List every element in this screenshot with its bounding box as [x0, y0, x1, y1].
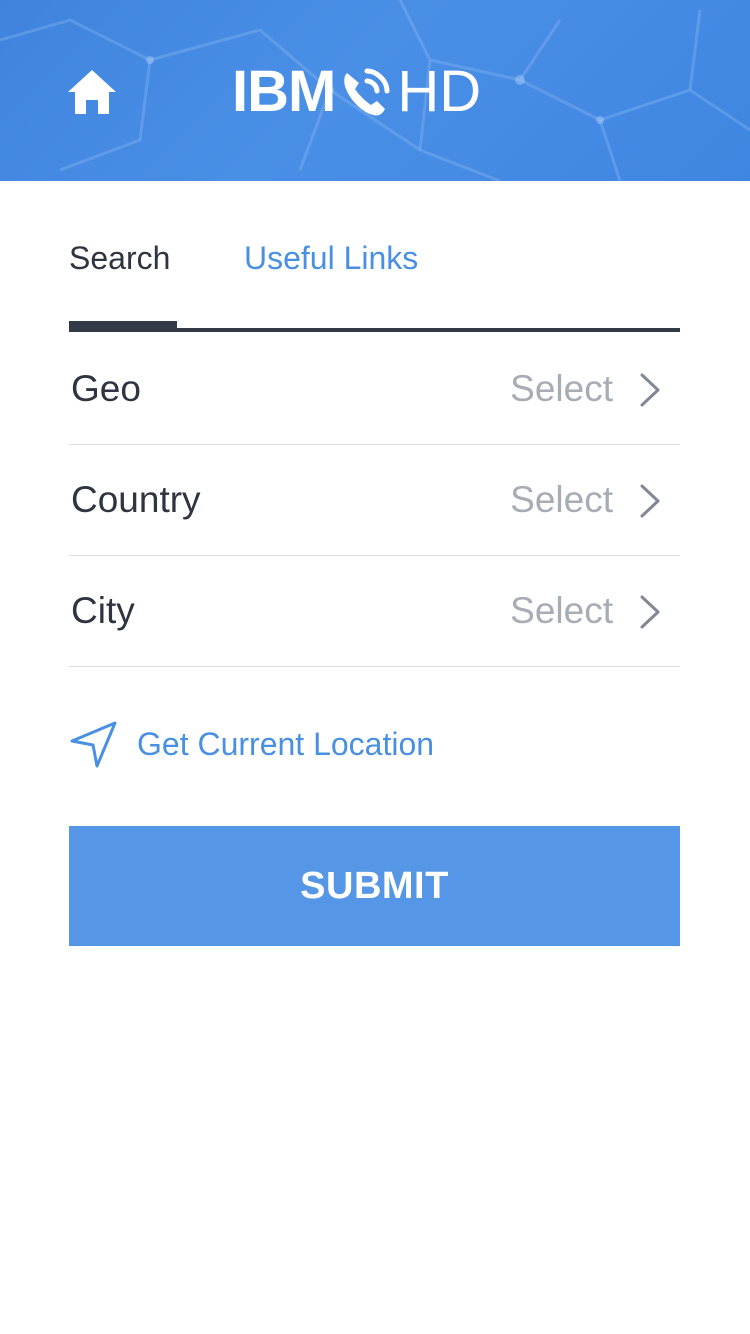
- chevron-right-icon: [640, 484, 660, 518]
- city-value: Select: [510, 590, 613, 631]
- city-label: City: [71, 590, 135, 631]
- country-select-row[interactable]: Country Select: [69, 445, 680, 556]
- tab-bar: Search Useful Links: [69, 230, 680, 334]
- logo-text-bold: IBM: [232, 59, 336, 124]
- phone-icon: [344, 68, 390, 116]
- active-tab-indicator: [69, 321, 177, 332]
- submit-button[interactable]: SUBMIT: [69, 826, 680, 946]
- logo-text-light: HD: [397, 59, 482, 124]
- chevron-right-icon: [640, 373, 660, 407]
- app-header: IBM HD: [0, 0, 750, 181]
- get-current-location-link[interactable]: Get Current Location: [69, 718, 434, 770]
- location-label: Get Current Location: [137, 726, 435, 762]
- app-logo: IBM HD: [232, 62, 481, 122]
- country-value: Select: [510, 479, 613, 520]
- tab-useful-links[interactable]: Useful Links: [244, 240, 418, 276]
- geo-value: Select: [510, 368, 613, 409]
- chevron-right-icon: [640, 595, 660, 629]
- country-label: Country: [71, 479, 201, 520]
- navigation-arrow-icon: [70, 721, 117, 768]
- city-select-row[interactable]: City Select: [69, 556, 680, 667]
- home-button[interactable]: [66, 68, 118, 116]
- tab-search[interactable]: Search: [69, 240, 170, 276]
- geo-label: Geo: [71, 368, 141, 409]
- geo-select-row[interactable]: Geo Select: [69, 334, 680, 445]
- home-icon: [68, 70, 116, 114]
- location-fields: Geo Select Country Select City Select: [69, 334, 680, 667]
